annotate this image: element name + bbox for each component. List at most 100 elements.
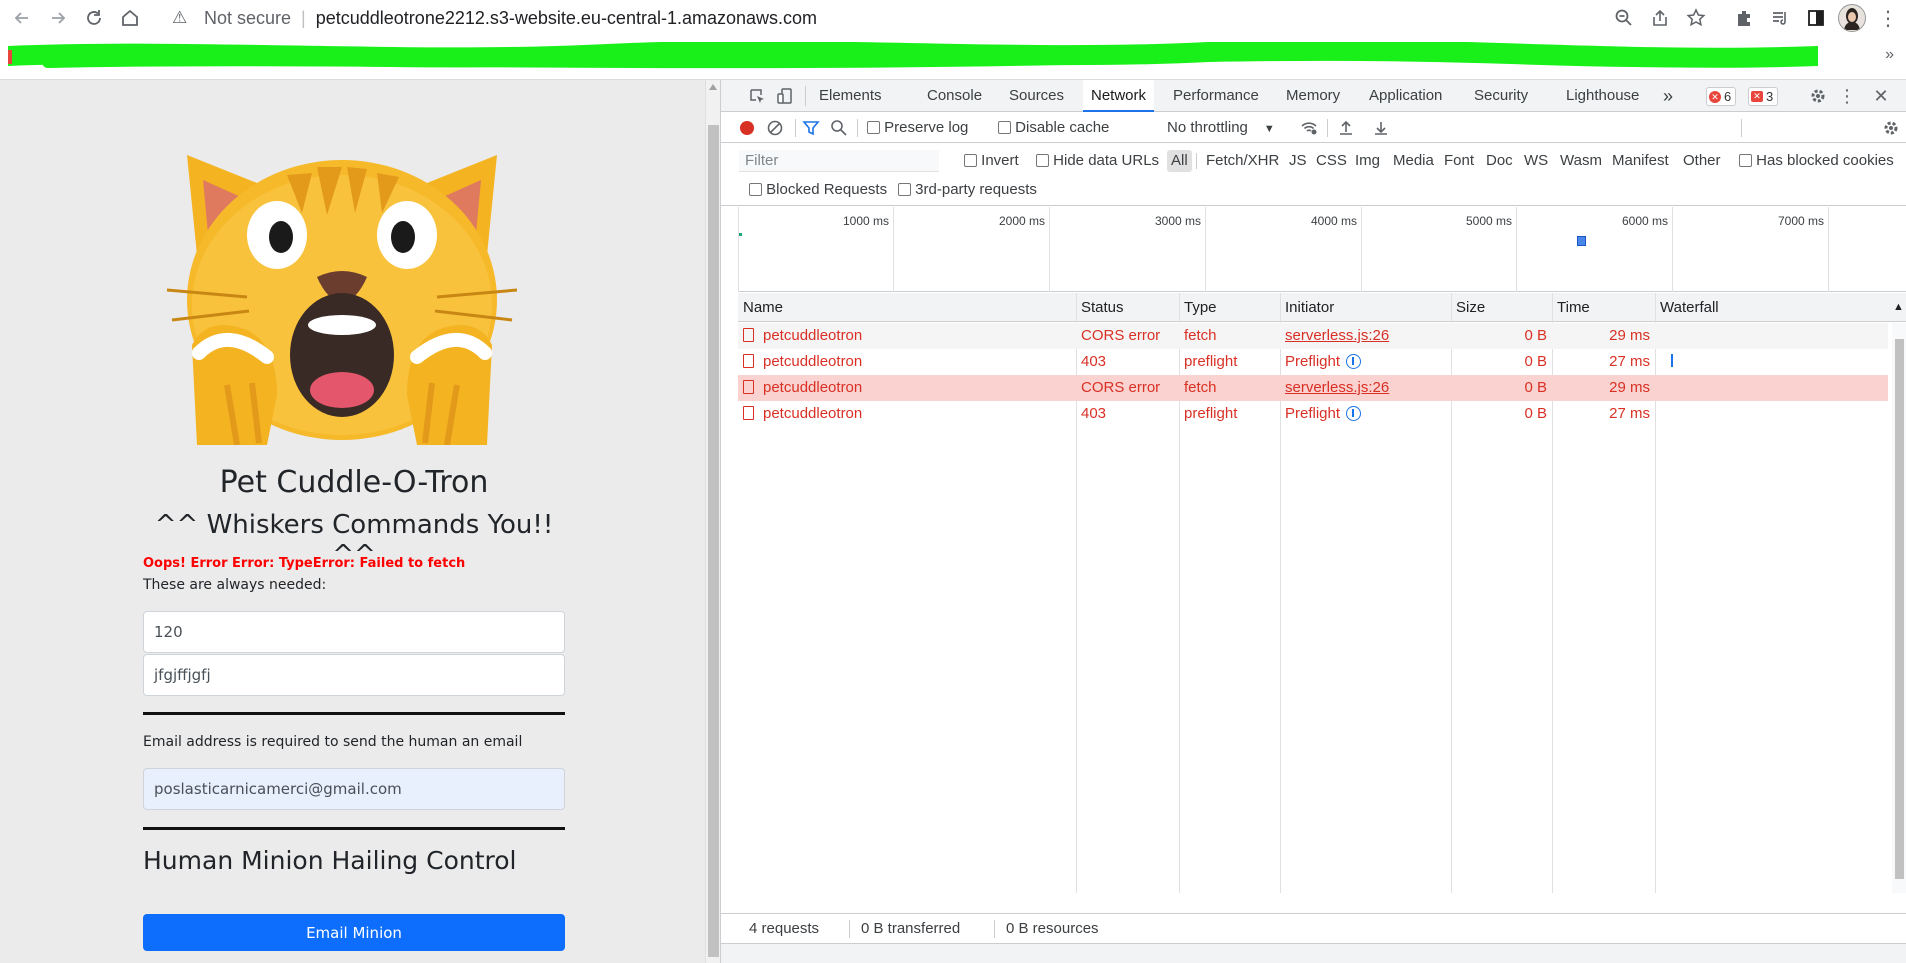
column-header-type[interactable]: Type bbox=[1179, 293, 1217, 322]
url-text: petcuddleotrone2212.s3-website.eu-centra… bbox=[315, 7, 818, 28]
has-blocked-cookies-checkbox[interactable]: Has blocked cookies bbox=[1739, 150, 1894, 172]
search-icon[interactable] bbox=[829, 118, 849, 138]
filter-type-wasm[interactable]: Wasm bbox=[1560, 150, 1602, 172]
sort-ascending-icon[interactable]: ▲ bbox=[1888, 293, 1904, 322]
filter-type-manifest[interactable]: Manifest bbox=[1612, 150, 1669, 172]
message-input[interactable]: jfgjffjgfj bbox=[143, 654, 565, 696]
column-header-initiator[interactable]: Initiator bbox=[1280, 293, 1334, 322]
column-header-size[interactable]: Size bbox=[1451, 293, 1485, 322]
filter-type-media[interactable]: Media bbox=[1393, 150, 1434, 172]
filter-type-img[interactable]: Img bbox=[1355, 150, 1380, 172]
filter-type-fetch-xhr[interactable]: Fetch/XHR bbox=[1206, 150, 1279, 172]
tab-security[interactable]: Security bbox=[1474, 80, 1528, 112]
request-initiator-link[interactable]: serverless.js:26 bbox=[1285, 323, 1445, 349]
home-button[interactable] bbox=[116, 4, 144, 32]
preflight-icon[interactable] bbox=[1346, 354, 1362, 369]
checkbox[interactable] bbox=[749, 183, 762, 196]
checkbox[interactable] bbox=[964, 154, 977, 167]
checkbox[interactable] bbox=[867, 121, 880, 134]
column-header-time[interactable]: Time bbox=[1552, 293, 1590, 322]
address-bar[interactable]: ⚠ Not secure | petcuddleotrone2212.s3-we… bbox=[172, 2, 1592, 34]
table-scrollbar[interactable] bbox=[1892, 323, 1906, 893]
number-input[interactable]: 120 bbox=[143, 611, 565, 653]
network-conditions-icon[interactable] bbox=[1299, 118, 1319, 138]
checkbox[interactable] bbox=[1036, 154, 1049, 167]
column-header-name[interactable]: Name bbox=[738, 293, 783, 322]
column-header-waterfall[interactable]: Waterfall bbox=[1655, 293, 1719, 322]
redacted-bookmarks-scribble bbox=[8, 42, 1818, 69]
reading-list-icon[interactable] bbox=[1762, 2, 1798, 34]
tab-application[interactable]: Application bbox=[1369, 80, 1442, 112]
preflight-icon[interactable] bbox=[1346, 406, 1362, 421]
device-toolbar-icon[interactable] bbox=[775, 86, 795, 106]
profile-avatar[interactable] bbox=[1834, 2, 1870, 34]
table-row[interactable]: petcuddleotron CORS error fetch serverle… bbox=[738, 323, 1888, 349]
checkbox[interactable] bbox=[898, 183, 911, 196]
close-devtools-icon[interactable]: ✕ bbox=[1871, 86, 1891, 106]
scrollbar-thumb[interactable] bbox=[708, 125, 719, 957]
filter-type-css[interactable]: CSS bbox=[1316, 150, 1347, 172]
side-panel-icon[interactable] bbox=[1798, 2, 1834, 34]
filter-type-font[interactable]: Font bbox=[1444, 150, 1474, 172]
column-header-status[interactable]: Status bbox=[1076, 293, 1124, 322]
tab-elements[interactable]: Elements bbox=[819, 80, 882, 112]
toolbar-separator bbox=[795, 119, 796, 137]
invert-label: Invert bbox=[981, 152, 1019, 169]
overview-tick-label: 3000 ms bbox=[1154, 214, 1201, 228]
error-count-badge[interactable]: ✕ 6 bbox=[1706, 87, 1737, 106]
bookmarks-overflow-icon[interactable]: » bbox=[1885, 46, 1894, 64]
share-icon[interactable] bbox=[1642, 2, 1678, 34]
bookmark-star-icon[interactable] bbox=[1678, 2, 1714, 34]
back-button[interactable] bbox=[8, 4, 36, 32]
settings-gear-icon[interactable] bbox=[1808, 86, 1828, 106]
clear-icon[interactable] bbox=[765, 118, 785, 138]
network-settings-gear-icon[interactable] bbox=[1881, 118, 1901, 138]
tab-sources[interactable]: Sources bbox=[1009, 80, 1064, 112]
email-input[interactable]: poslasticarnicamerci@gmail.com bbox=[143, 768, 565, 810]
import-har-icon[interactable] bbox=[1336, 118, 1356, 138]
request-initiator[interactable]: Preflight bbox=[1285, 349, 1445, 375]
table-row[interactable]: petcuddleotron 403 preflight Preflight 0… bbox=[738, 401, 1888, 427]
preserve-log-checkbox[interactable]: Preserve log bbox=[867, 113, 968, 143]
filter-type-other[interactable]: Other bbox=[1683, 150, 1721, 172]
tab-performance[interactable]: Performance bbox=[1173, 80, 1259, 112]
scrollbar-thumb[interactable] bbox=[1895, 339, 1904, 879]
checkbox[interactable] bbox=[998, 121, 1011, 134]
tab-network[interactable]: Network bbox=[1083, 80, 1155, 112]
tab-console[interactable]: Console bbox=[927, 80, 982, 112]
filter-type-ws[interactable]: WS bbox=[1524, 150, 1548, 172]
filter-icon[interactable] bbox=[801, 118, 821, 138]
table-row[interactable]: petcuddleotron CORS error fetch serverle… bbox=[738, 375, 1888, 401]
record-icon[interactable] bbox=[737, 118, 757, 138]
page-scrollbar[interactable] bbox=[705, 80, 720, 963]
hide-data-urls-checkbox[interactable]: Hide data URLs bbox=[1036, 150, 1159, 172]
filter-type-all[interactable]: All bbox=[1167, 150, 1192, 172]
third-party-checkbox[interactable]: 3rd-party requests bbox=[898, 179, 1037, 201]
export-har-icon[interactable] bbox=[1371, 118, 1391, 138]
browser-menu-icon[interactable]: ⋮ bbox=[1870, 2, 1906, 34]
devtools-menu-icon[interactable]: ⋮ bbox=[1837, 86, 1857, 106]
inspect-element-icon[interactable] bbox=[747, 86, 767, 106]
request-initiator-link[interactable]: serverless.js:26 bbox=[1285, 375, 1445, 401]
more-tabs-icon[interactable]: » bbox=[1663, 80, 1673, 112]
blocked-requests-checkbox[interactable]: Blocked Requests bbox=[749, 179, 887, 201]
scroll-up-icon[interactable] bbox=[709, 84, 717, 90]
throttling-select[interactable]: No throttling ▼ bbox=[1167, 113, 1275, 143]
forward-button[interactable] bbox=[44, 4, 72, 32]
issue-count-badge[interactable]: ✕ 3 bbox=[1748, 87, 1779, 106]
extensions-icon[interactable] bbox=[1726, 2, 1762, 34]
filter-type-js[interactable]: JS bbox=[1289, 150, 1307, 172]
filter-type-doc[interactable]: Doc bbox=[1486, 150, 1513, 172]
request-initiator[interactable]: Preflight bbox=[1285, 401, 1445, 427]
email-minion-button[interactable]: Email Minion bbox=[143, 914, 565, 951]
tab-memory[interactable]: Memory bbox=[1286, 80, 1340, 112]
table-row[interactable]: petcuddleotron 403 preflight Preflight 0… bbox=[738, 349, 1888, 375]
checkbox[interactable] bbox=[1739, 154, 1752, 167]
disable-cache-checkbox[interactable]: Disable cache bbox=[998, 113, 1109, 143]
tab-lighthouse[interactable]: Lighthouse bbox=[1566, 80, 1639, 112]
zoom-icon[interactable] bbox=[1606, 2, 1642, 34]
filter-input[interactable]: Filter bbox=[739, 150, 939, 172]
invert-checkbox[interactable]: Invert bbox=[964, 150, 1019, 172]
network-overview-timeline[interactable]: 1000 ms 2000 ms 3000 ms 4000 ms 5000 ms … bbox=[738, 207, 1906, 292]
reload-button[interactable] bbox=[80, 4, 108, 32]
